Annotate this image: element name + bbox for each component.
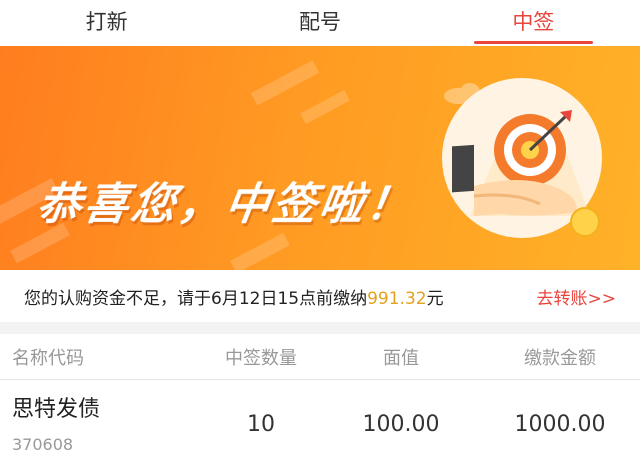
- bond-name: 思特发债: [12, 396, 101, 422]
- table-header: 名称代码 中签数量 面值 缴款金额: [0, 334, 640, 380]
- winning-quantity: 10: [247, 411, 275, 437]
- bond-code: 370608: [12, 434, 74, 454]
- table-row[interactable]: 思特发债 370608 10 100.00 1000.00: [0, 380, 640, 468]
- tab-winning[interactable]: 中签: [427, 0, 640, 46]
- payment-notice: 您的认购资金不足，请于6月12日15点前缴纳991.32元 去转账>>: [0, 270, 640, 322]
- header-face-value: 面值: [383, 347, 419, 369]
- payment-amount-cell: 1000.00: [514, 411, 606, 437]
- bond-cell: 思特发债 370608: [0, 395, 200, 454]
- tab-bar: 打新 配号 中签: [0, 0, 640, 46]
- banner-illustration: [0, 60, 602, 270]
- notice-prefix: 您的认购资金不足，请于6月12日15点前缴纳: [24, 288, 368, 309]
- banner-title: 恭喜您，中签啦！: [33, 179, 417, 230]
- face-value: 100.00: [362, 411, 440, 437]
- notice-suffix: 元: [426, 288, 444, 309]
- payment-amount: 991.32: [367, 288, 427, 309]
- header-payment: 缴款金额: [524, 347, 596, 369]
- notice-text: 您的认购资金不足，请于6月12日15点前缴纳991.32元: [24, 284, 444, 309]
- tab-allotment[interactable]: 配号: [213, 0, 426, 46]
- congratulations-banner: 恭喜您，中签啦！: [0, 46, 640, 270]
- tab-ipo[interactable]: 打新: [0, 0, 213, 46]
- section-divider: [0, 322, 640, 334]
- transfer-link[interactable]: 去转账>>: [537, 284, 617, 309]
- header-name-code: 名称代码: [12, 347, 84, 369]
- header-quantity: 中签数量: [225, 347, 297, 369]
- coin-icon: [570, 207, 600, 237]
